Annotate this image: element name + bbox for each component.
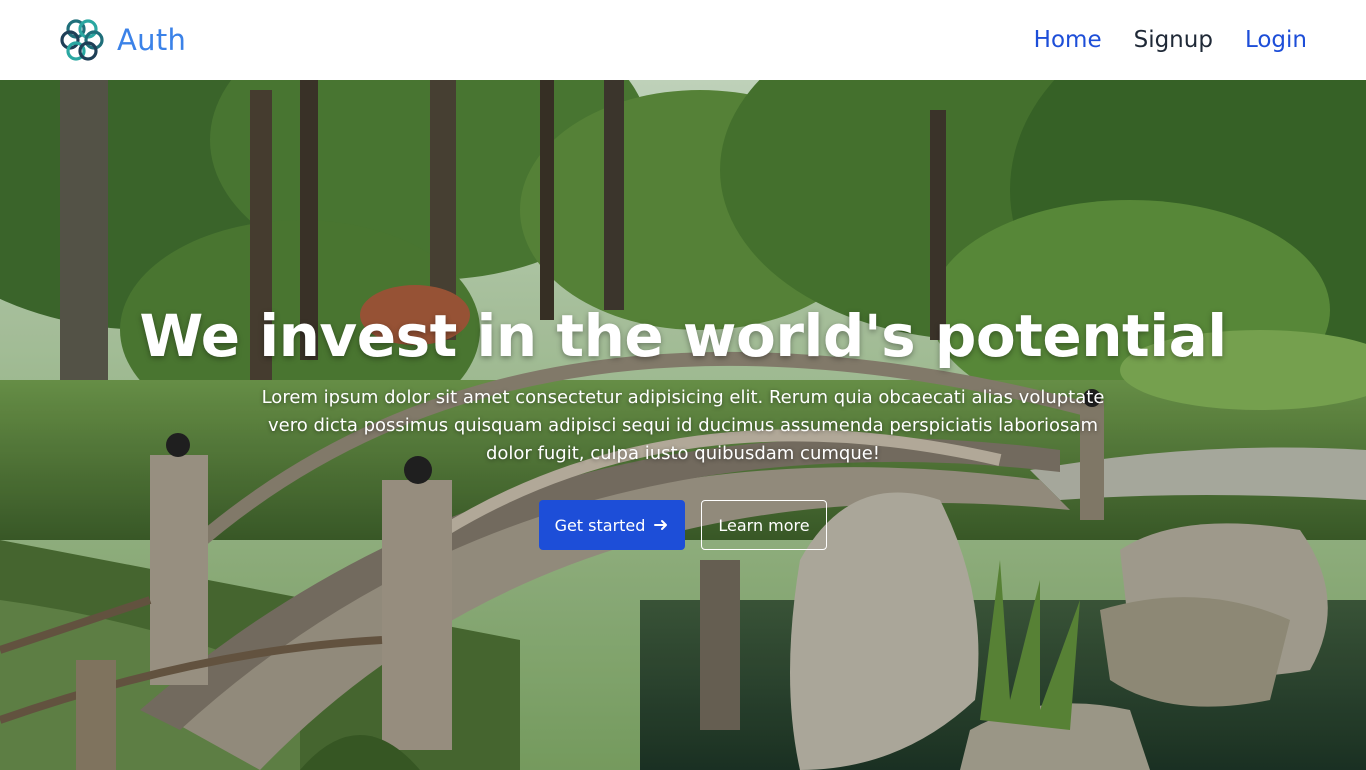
hero-title: We invest in the world's potential bbox=[139, 302, 1227, 370]
knot-logo-icon bbox=[60, 19, 104, 61]
hero-actions: Get started Learn more bbox=[0, 500, 1366, 550]
brand-name: Auth bbox=[117, 23, 187, 57]
nav-link-signup[interactable]: Signup bbox=[1134, 27, 1213, 53]
hero-section: We invest in the world's potential Lorem… bbox=[0, 80, 1366, 770]
nav-link-home[interactable]: Home bbox=[1034, 27, 1102, 53]
nav-link-login[interactable]: Login bbox=[1245, 27, 1307, 53]
get-started-label: Get started bbox=[554, 515, 646, 535]
brand-link[interactable]: Auth bbox=[59, 17, 186, 63]
arrow-right-icon bbox=[654, 520, 668, 530]
hero-content: We invest in the world's potential Lorem… bbox=[0, 302, 1366, 550]
navbar: Auth Home Signup Login bbox=[0, 0, 1366, 80]
learn-more-button[interactable]: Learn more bbox=[701, 500, 827, 550]
get-started-button[interactable]: Get started bbox=[539, 500, 685, 550]
hero-description: Lorem ipsum dolor sit amet consectetur a… bbox=[261, 387, 1105, 464]
nav-links: Home Signup Login bbox=[1034, 27, 1307, 53]
